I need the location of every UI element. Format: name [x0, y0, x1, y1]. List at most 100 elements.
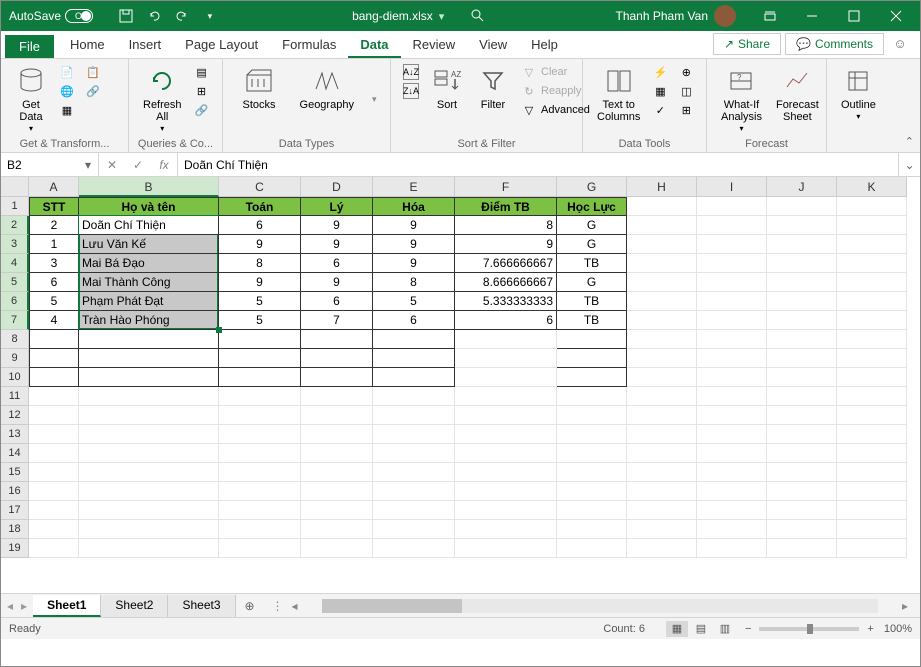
cell[interactable]: [697, 539, 767, 558]
from-table-icon[interactable]: ▦: [55, 101, 79, 119]
cell[interactable]: [697, 235, 767, 254]
cell[interactable]: TB: [557, 254, 627, 273]
row-header[interactable]: 16: [1, 482, 29, 501]
cell[interactable]: [373, 406, 455, 425]
cell[interactable]: [455, 463, 557, 482]
cell[interactable]: 9: [373, 254, 455, 273]
recent-sources-icon[interactable]: 📋: [81, 63, 105, 81]
cell[interactable]: 6: [29, 273, 79, 292]
cell[interactable]: [455, 349, 557, 368]
cell[interactable]: [837, 425, 907, 444]
cell[interactable]: [767, 482, 837, 501]
cell[interactable]: [627, 216, 697, 235]
cell[interactable]: [837, 273, 907, 292]
cell[interactable]: Họ và tên: [79, 197, 219, 216]
cell[interactable]: 5.333333333: [455, 292, 557, 311]
hscroll-left-icon[interactable]: ◂: [288, 599, 302, 613]
cell[interactable]: [767, 368, 837, 387]
row-header[interactable]: 10: [1, 368, 29, 387]
queries-icon[interactable]: ▤: [190, 63, 214, 81]
cell[interactable]: [373, 501, 455, 520]
cell[interactable]: 4: [29, 311, 79, 330]
active-cell[interactable]: Doãn Chí Thiện: [79, 216, 219, 235]
column-header[interactable]: J: [767, 177, 837, 197]
tab-data[interactable]: Data: [348, 33, 400, 58]
cell[interactable]: [219, 539, 301, 558]
cell[interactable]: 6: [455, 311, 557, 330]
tab-insert[interactable]: Insert: [117, 33, 174, 58]
cell[interactable]: [373, 520, 455, 539]
forecast-sheet-button[interactable]: Forecast Sheet: [770, 63, 825, 125]
cell[interactable]: [627, 425, 697, 444]
cell[interactable]: 9: [373, 235, 455, 254]
cell[interactable]: [29, 330, 79, 349]
cell[interactable]: [697, 501, 767, 520]
cell[interactable]: 6: [373, 311, 455, 330]
cell[interactable]: [837, 311, 907, 330]
cell[interactable]: [301, 501, 373, 520]
cell[interactable]: [627, 235, 697, 254]
filter-button[interactable]: Filter: [471, 63, 515, 113]
row-header[interactable]: 7: [1, 311, 29, 330]
row-header[interactable]: 13: [1, 425, 29, 444]
share-button[interactable]: ↗Share: [713, 33, 781, 55]
cell[interactable]: TB: [557, 292, 627, 311]
cell[interactable]: [697, 463, 767, 482]
cell[interactable]: [767, 387, 837, 406]
row-header[interactable]: 2: [1, 216, 29, 235]
cell[interactable]: [557, 482, 627, 501]
zoom-in-icon[interactable]: +: [867, 623, 873, 635]
cell[interactable]: [301, 539, 373, 558]
cell[interactable]: 5: [29, 292, 79, 311]
cell[interactable]: [79, 482, 219, 501]
add-sheet-button[interactable]: ⊕: [236, 599, 264, 613]
cell[interactable]: [301, 425, 373, 444]
cell[interactable]: [767, 330, 837, 349]
row-header[interactable]: 15: [1, 463, 29, 482]
cell[interactable]: [301, 349, 373, 368]
cell[interactable]: [697, 330, 767, 349]
cell[interactable]: [557, 444, 627, 463]
cell[interactable]: [29, 463, 79, 482]
relationships-icon[interactable]: ◫: [674, 82, 698, 100]
row-header[interactable]: 12: [1, 406, 29, 425]
cell[interactable]: [557, 368, 627, 387]
page-break-view-icon[interactable]: ▥: [714, 621, 736, 637]
column-header[interactable]: G: [557, 177, 627, 197]
row-header[interactable]: 17: [1, 501, 29, 520]
cell[interactable]: TB: [557, 311, 627, 330]
cell[interactable]: [837, 292, 907, 311]
cell[interactable]: [79, 539, 219, 558]
cell[interactable]: [301, 444, 373, 463]
sort-asc-button[interactable]: A↓Z: [399, 63, 423, 81]
cell[interactable]: [219, 406, 301, 425]
cell[interactable]: [627, 368, 697, 387]
cell[interactable]: [837, 501, 907, 520]
cell[interactable]: [627, 520, 697, 539]
cell[interactable]: 8: [219, 254, 301, 273]
cell[interactable]: [79, 387, 219, 406]
cell[interactable]: [455, 520, 557, 539]
undo-icon[interactable]: [143, 5, 165, 27]
hscroll-right-icon[interactable]: ▸: [898, 599, 912, 613]
save-icon[interactable]: [115, 5, 137, 27]
close-icon[interactable]: [876, 1, 916, 31]
column-header[interactable]: I: [697, 177, 767, 197]
cell[interactable]: [767, 254, 837, 273]
cell[interactable]: STT: [29, 197, 79, 216]
stocks-button[interactable]: Stocks: [237, 63, 282, 113]
row-header[interactable]: 6: [1, 292, 29, 311]
cell[interactable]: [697, 406, 767, 425]
cell[interactable]: Mai Thành Công: [79, 273, 219, 292]
cell[interactable]: [301, 520, 373, 539]
name-box-input[interactable]: [1, 158, 79, 172]
cell[interactable]: [29, 520, 79, 539]
cell[interactable]: [627, 463, 697, 482]
column-header[interactable]: E: [373, 177, 455, 197]
user-account[interactable]: Thanh Pham Van: [615, 5, 736, 27]
cell[interactable]: [627, 482, 697, 501]
maximize-icon[interactable]: [834, 1, 874, 31]
cell[interactable]: G: [557, 273, 627, 292]
cell[interactable]: [373, 539, 455, 558]
geography-button[interactable]: Geography: [294, 63, 360, 113]
